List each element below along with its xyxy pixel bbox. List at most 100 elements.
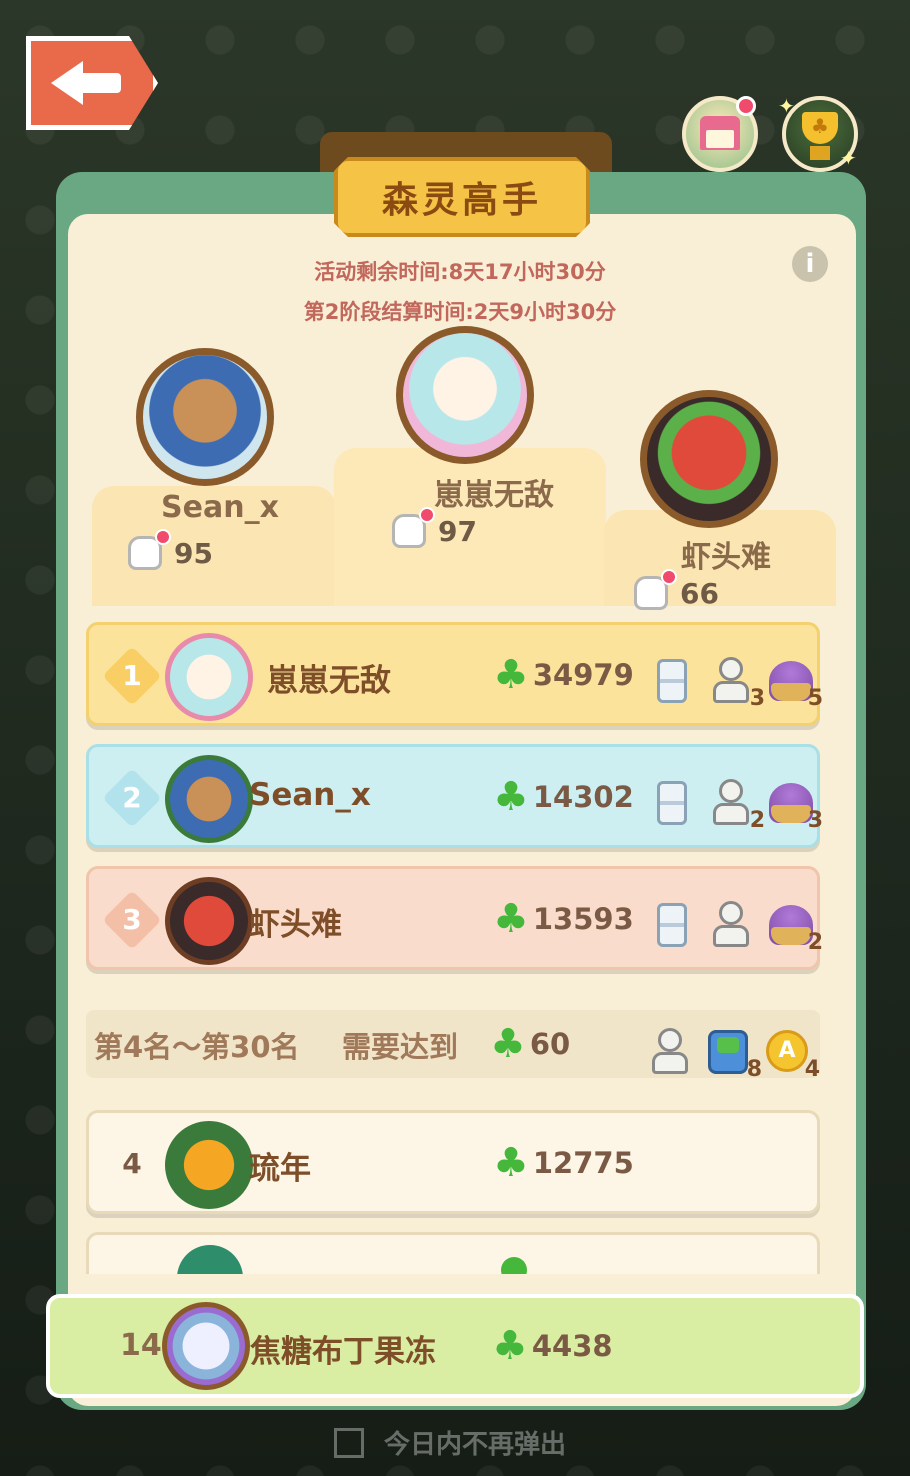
- reward-basket[interactable]: 5: [765, 653, 823, 711]
- reward-list: 3 5: [649, 643, 823, 711]
- my-rank-row[interactable]: 14 焦糖布丁果冻 ♣ 4438: [46, 1294, 864, 1398]
- reward-pawn[interactable]: 3: [707, 653, 765, 711]
- score-value: 14302: [532, 780, 634, 814]
- dont-show-label: 今日内不再弹出: [384, 1430, 567, 1460]
- reward-list: 2: [649, 887, 823, 955]
- pawn-base: [652, 1052, 688, 1074]
- clover-icon: ♣: [492, 1323, 528, 1369]
- notification-dot: [661, 569, 677, 585]
- reward-count: 2: [807, 930, 823, 955]
- lobster-avatar[interactable]: [640, 390, 778, 528]
- score-value: 4438: [531, 1329, 613, 1363]
- list-item[interactable]: [86, 1232, 820, 1274]
- coin-icon: A: [766, 1030, 808, 1072]
- rank-row-3[interactable]: 3 虾头难 ♣ 13593 2: [86, 866, 823, 970]
- pawn-icon: [719, 657, 743, 681]
- reward-list: 8 A4: [646, 1014, 820, 1082]
- reward-robot[interactable]: 8: [704, 1024, 762, 1082]
- player-name: Sean_x: [249, 777, 371, 813]
- likes-count: 66: [680, 576, 719, 610]
- reward-basket[interactable]: 3: [765, 775, 823, 833]
- flower-basket-icon: [769, 783, 813, 823]
- score-value: 13593: [532, 902, 634, 936]
- score: ♣ 13593: [493, 899, 634, 939]
- shop-icon: [700, 116, 740, 150]
- reward-hourglass[interactable]: [649, 653, 697, 709]
- info-icon[interactable]: i: [792, 246, 828, 282]
- score-value: 60: [529, 1027, 571, 1061]
- pawn-base: [713, 803, 749, 825]
- clover-icon: ♣: [490, 1021, 526, 1067]
- likes-count: 97: [438, 514, 477, 548]
- reward-pawn[interactable]: [646, 1024, 694, 1080]
- pawn-base: [713, 925, 749, 947]
- hourglass-icon: [657, 659, 687, 703]
- score: ♣ 34979: [493, 655, 634, 695]
- thumbs-up-icon[interactable]: [634, 569, 677, 610]
- score-value: 12775: [532, 1146, 634, 1180]
- reward-pawn[interactable]: [707, 897, 755, 953]
- thumbs-up-icon[interactable]: [392, 507, 435, 548]
- avatar[interactable]: [165, 1121, 253, 1209]
- sparkle-icon: ✦: [778, 94, 795, 118]
- threshold-score: ♣ 60: [490, 1024, 570, 1064]
- trophy-icon: [802, 112, 838, 144]
- reward-count: 2: [749, 808, 765, 833]
- trophy-button[interactable]: ✦ ✦: [778, 94, 858, 172]
- deer-avatar[interactable]: [136, 348, 274, 486]
- notification-dot: [419, 507, 435, 523]
- pawn-icon: [719, 779, 743, 803]
- clover-icon: ♣: [493, 896, 529, 942]
- player-name: 虾头难: [249, 907, 342, 943]
- dont-show-today[interactable]: 今日内不再弹出: [334, 1424, 566, 1461]
- podium-third-likes: 66: [634, 569, 719, 610]
- dont-show-checkbox[interactable]: [334, 1427, 364, 1458]
- rank-number: 2: [122, 781, 142, 814]
- score: ♣ 14302: [493, 777, 634, 817]
- clover-icon: ♣: [493, 1140, 529, 1186]
- rank-row-1[interactable]: 1 崽崽无敌 ♣ 34979 3 5: [86, 622, 823, 726]
- threshold-requirement: 需要达到: [342, 1030, 459, 1064]
- sparkle-icon: ✦: [840, 146, 857, 170]
- avatar[interactable]: [165, 755, 253, 843]
- reward-hourglass[interactable]: [649, 775, 697, 831]
- reward-hourglass[interactable]: [649, 897, 697, 953]
- podium-first-likes: 97: [392, 507, 477, 548]
- rank-row-2[interactable]: 2 Sean_x ♣ 14302 2 3: [86, 744, 823, 848]
- shop-button[interactable]: [682, 96, 758, 172]
- pawn-icon: [719, 901, 743, 925]
- player-name: 琉年: [249, 1151, 311, 1187]
- clover-icon: [501, 1257, 527, 1274]
- activity-remaining-time: 活动剩余时间:8天17小时30分: [314, 260, 606, 284]
- avatar[interactable]: [165, 633, 253, 721]
- avatar[interactable]: [165, 877, 253, 965]
- reward-basket[interactable]: 2: [765, 897, 823, 955]
- my-name: 焦糖布丁果冻: [250, 1334, 436, 1370]
- reward-count: 3: [749, 686, 765, 711]
- flower-basket-icon: [769, 661, 813, 701]
- rank-row-4[interactable]: 4 琉年 ♣ 12775: [86, 1110, 820, 1214]
- sheep-avatar[interactable]: [396, 326, 534, 464]
- threshold-row: 第4名～第30名 需要达到 ♣ 60 8 A4: [86, 1010, 820, 1082]
- title-plaque: 森灵高手: [334, 157, 590, 237]
- reward-count: 3: [807, 808, 823, 833]
- reward-pawn[interactable]: 2: [707, 775, 765, 833]
- podium-third-name: 虾头难: [681, 540, 771, 575]
- my-rank-number: 14: [120, 1328, 162, 1363]
- reward-list: 2 3: [649, 765, 823, 833]
- stage-settlement-time: 第2阶段结算时间:2天9小时30分: [303, 300, 617, 324]
- avatar: [177, 1245, 243, 1274]
- thumbs-up-icon[interactable]: [128, 529, 171, 570]
- threshold-range: 第4名～第30名: [94, 1030, 300, 1064]
- reward-count: 4: [804, 1057, 820, 1082]
- clover-icon: ♣: [493, 652, 529, 698]
- avatar[interactable]: [162, 1302, 250, 1390]
- trophy-base: [810, 146, 830, 160]
- player-name: 崽崽无敌: [267, 663, 391, 699]
- back-arrow-icon: [51, 61, 121, 105]
- hourglass-icon: [657, 781, 687, 825]
- rank-number: 1: [122, 659, 142, 692]
- likes-count: 95: [174, 536, 213, 570]
- score: ♣ 12775: [493, 1143, 634, 1183]
- reward-coin[interactable]: A4: [762, 1024, 820, 1082]
